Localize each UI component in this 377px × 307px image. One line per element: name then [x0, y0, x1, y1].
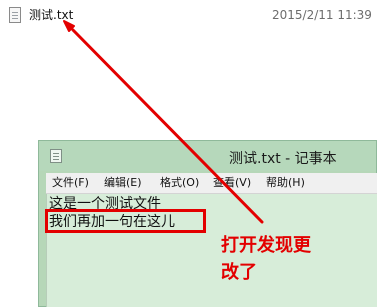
- annotation-arrow: [63, 20, 264, 224]
